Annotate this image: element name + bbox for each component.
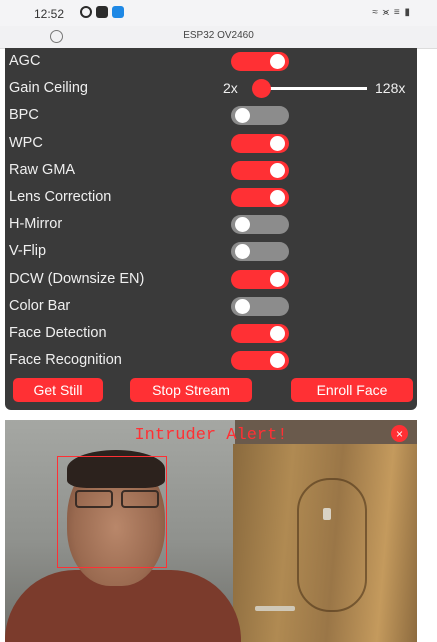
intruder-alert-text: Intruder Alert! bbox=[134, 426, 288, 445]
browser-bar[interactable]: ESP32 OV2460 bbox=[0, 26, 437, 49]
toggle-knob bbox=[270, 326, 285, 341]
setting-label: Gain Ceiling bbox=[9, 80, 88, 97]
message-icon bbox=[96, 6, 108, 18]
setting-row-v-flip: V-Flip bbox=[5, 238, 417, 265]
setting-row-face-detection: Face Detection bbox=[5, 320, 417, 347]
setting-label: V-Flip bbox=[9, 243, 47, 260]
page-title: ESP32 OV2460 bbox=[183, 30, 254, 41]
range-min-label: 2x bbox=[223, 80, 238, 97]
color-bar-toggle[interactable] bbox=[231, 296, 289, 316]
setting-row-face-recognition: Face Recognition bbox=[5, 347, 417, 374]
h-mirror-toggle[interactable] bbox=[231, 215, 289, 235]
lens-correction-toggle[interactable] bbox=[231, 188, 289, 207]
raw-gma-toggle[interactable] bbox=[231, 160, 289, 180]
toggle-knob bbox=[270, 190, 285, 205]
toggle-knob bbox=[270, 271, 285, 287]
setting-row-wpc: WPC bbox=[5, 130, 417, 157]
toggle-knob bbox=[235, 244, 250, 260]
setting-row-h-mirror: H-Mirror bbox=[5, 211, 417, 238]
stop-stream-button[interactable]: Stop Stream bbox=[130, 378, 252, 402]
stream-door-panel bbox=[297, 478, 367, 612]
clock: 12:52 bbox=[34, 7, 65, 21]
setting-label: Face Recognition bbox=[9, 352, 122, 369]
notification-icons bbox=[80, 6, 124, 18]
range-max-label: 128x bbox=[375, 80, 406, 97]
toggle-knob bbox=[235, 298, 250, 314]
setting-row-agc: AGC bbox=[5, 48, 417, 75]
gain-ceiling-slider-handle[interactable] bbox=[252, 79, 271, 99]
setting-label: Face Detection bbox=[9, 325, 107, 341]
setting-row-raw-gma: Raw GMA bbox=[5, 157, 417, 184]
app-notification-icon bbox=[112, 6, 124, 18]
enroll-face-button[interactable]: Enroll Face bbox=[291, 378, 413, 402]
v-flip-toggle[interactable] bbox=[231, 242, 289, 262]
face-recognition-toggle[interactable] bbox=[231, 351, 289, 371]
setting-label: H-Mirror bbox=[9, 216, 63, 233]
setting-label: AGC bbox=[9, 53, 41, 69]
stream-door-lock bbox=[323, 508, 331, 520]
toggle-knob bbox=[270, 54, 285, 69]
system-indicators: ≈ ⪤ ≡ ▮ bbox=[372, 7, 411, 18]
setting-label: Raw GMA bbox=[9, 161, 76, 178]
dcw-downsize-en-toggle[interactable] bbox=[231, 269, 289, 289]
toggle-knob bbox=[270, 162, 285, 178]
settings-panel: Face Recognition Face Detection Color Bar D… bbox=[5, 48, 417, 410]
agc-toggle[interactable] bbox=[231, 52, 289, 71]
toggle-knob bbox=[235, 217, 250, 233]
stream-door-handle bbox=[255, 606, 295, 611]
video-stream: Intruder Alert! × bbox=[5, 420, 417, 642]
setting-label: Lens Correction bbox=[9, 189, 112, 205]
setting-label: DCW (Downsize EN) bbox=[9, 270, 145, 287]
gain-ceiling-slider-track[interactable] bbox=[257, 87, 367, 91]
setting-row-lens-correction: Lens Correction bbox=[5, 184, 417, 211]
bpc-toggle[interactable] bbox=[231, 106, 289, 126]
setting-label: Color Bar bbox=[9, 297, 71, 314]
setting-row-dcw-downsize-en: DCW (Downsize EN) bbox=[5, 266, 417, 293]
setting-row-color-bar: Color Bar bbox=[5, 293, 417, 320]
close-stream-button[interactable]: × bbox=[391, 425, 408, 442]
setting-row-gain-ceiling: Gain Ceiling 2x 128x bbox=[5, 75, 417, 102]
setting-label: BPC bbox=[9, 107, 39, 124]
status-bar: 12:52 ≈ ⪤ ≡ ▮ bbox=[0, 0, 437, 26]
toggle-knob bbox=[270, 135, 285, 151]
get-still-button[interactable]: Get Still bbox=[13, 378, 103, 402]
setting-label: WPC bbox=[9, 134, 43, 151]
whatsapp-icon bbox=[80, 6, 92, 18]
toggle-knob bbox=[235, 108, 250, 124]
wpc-toggle[interactable] bbox=[231, 133, 289, 153]
face-detection-toggle[interactable] bbox=[231, 324, 289, 343]
toggle-knob bbox=[270, 353, 285, 369]
face-detection-box bbox=[57, 456, 167, 568]
setting-row-bpc: BPC bbox=[5, 102, 417, 129]
